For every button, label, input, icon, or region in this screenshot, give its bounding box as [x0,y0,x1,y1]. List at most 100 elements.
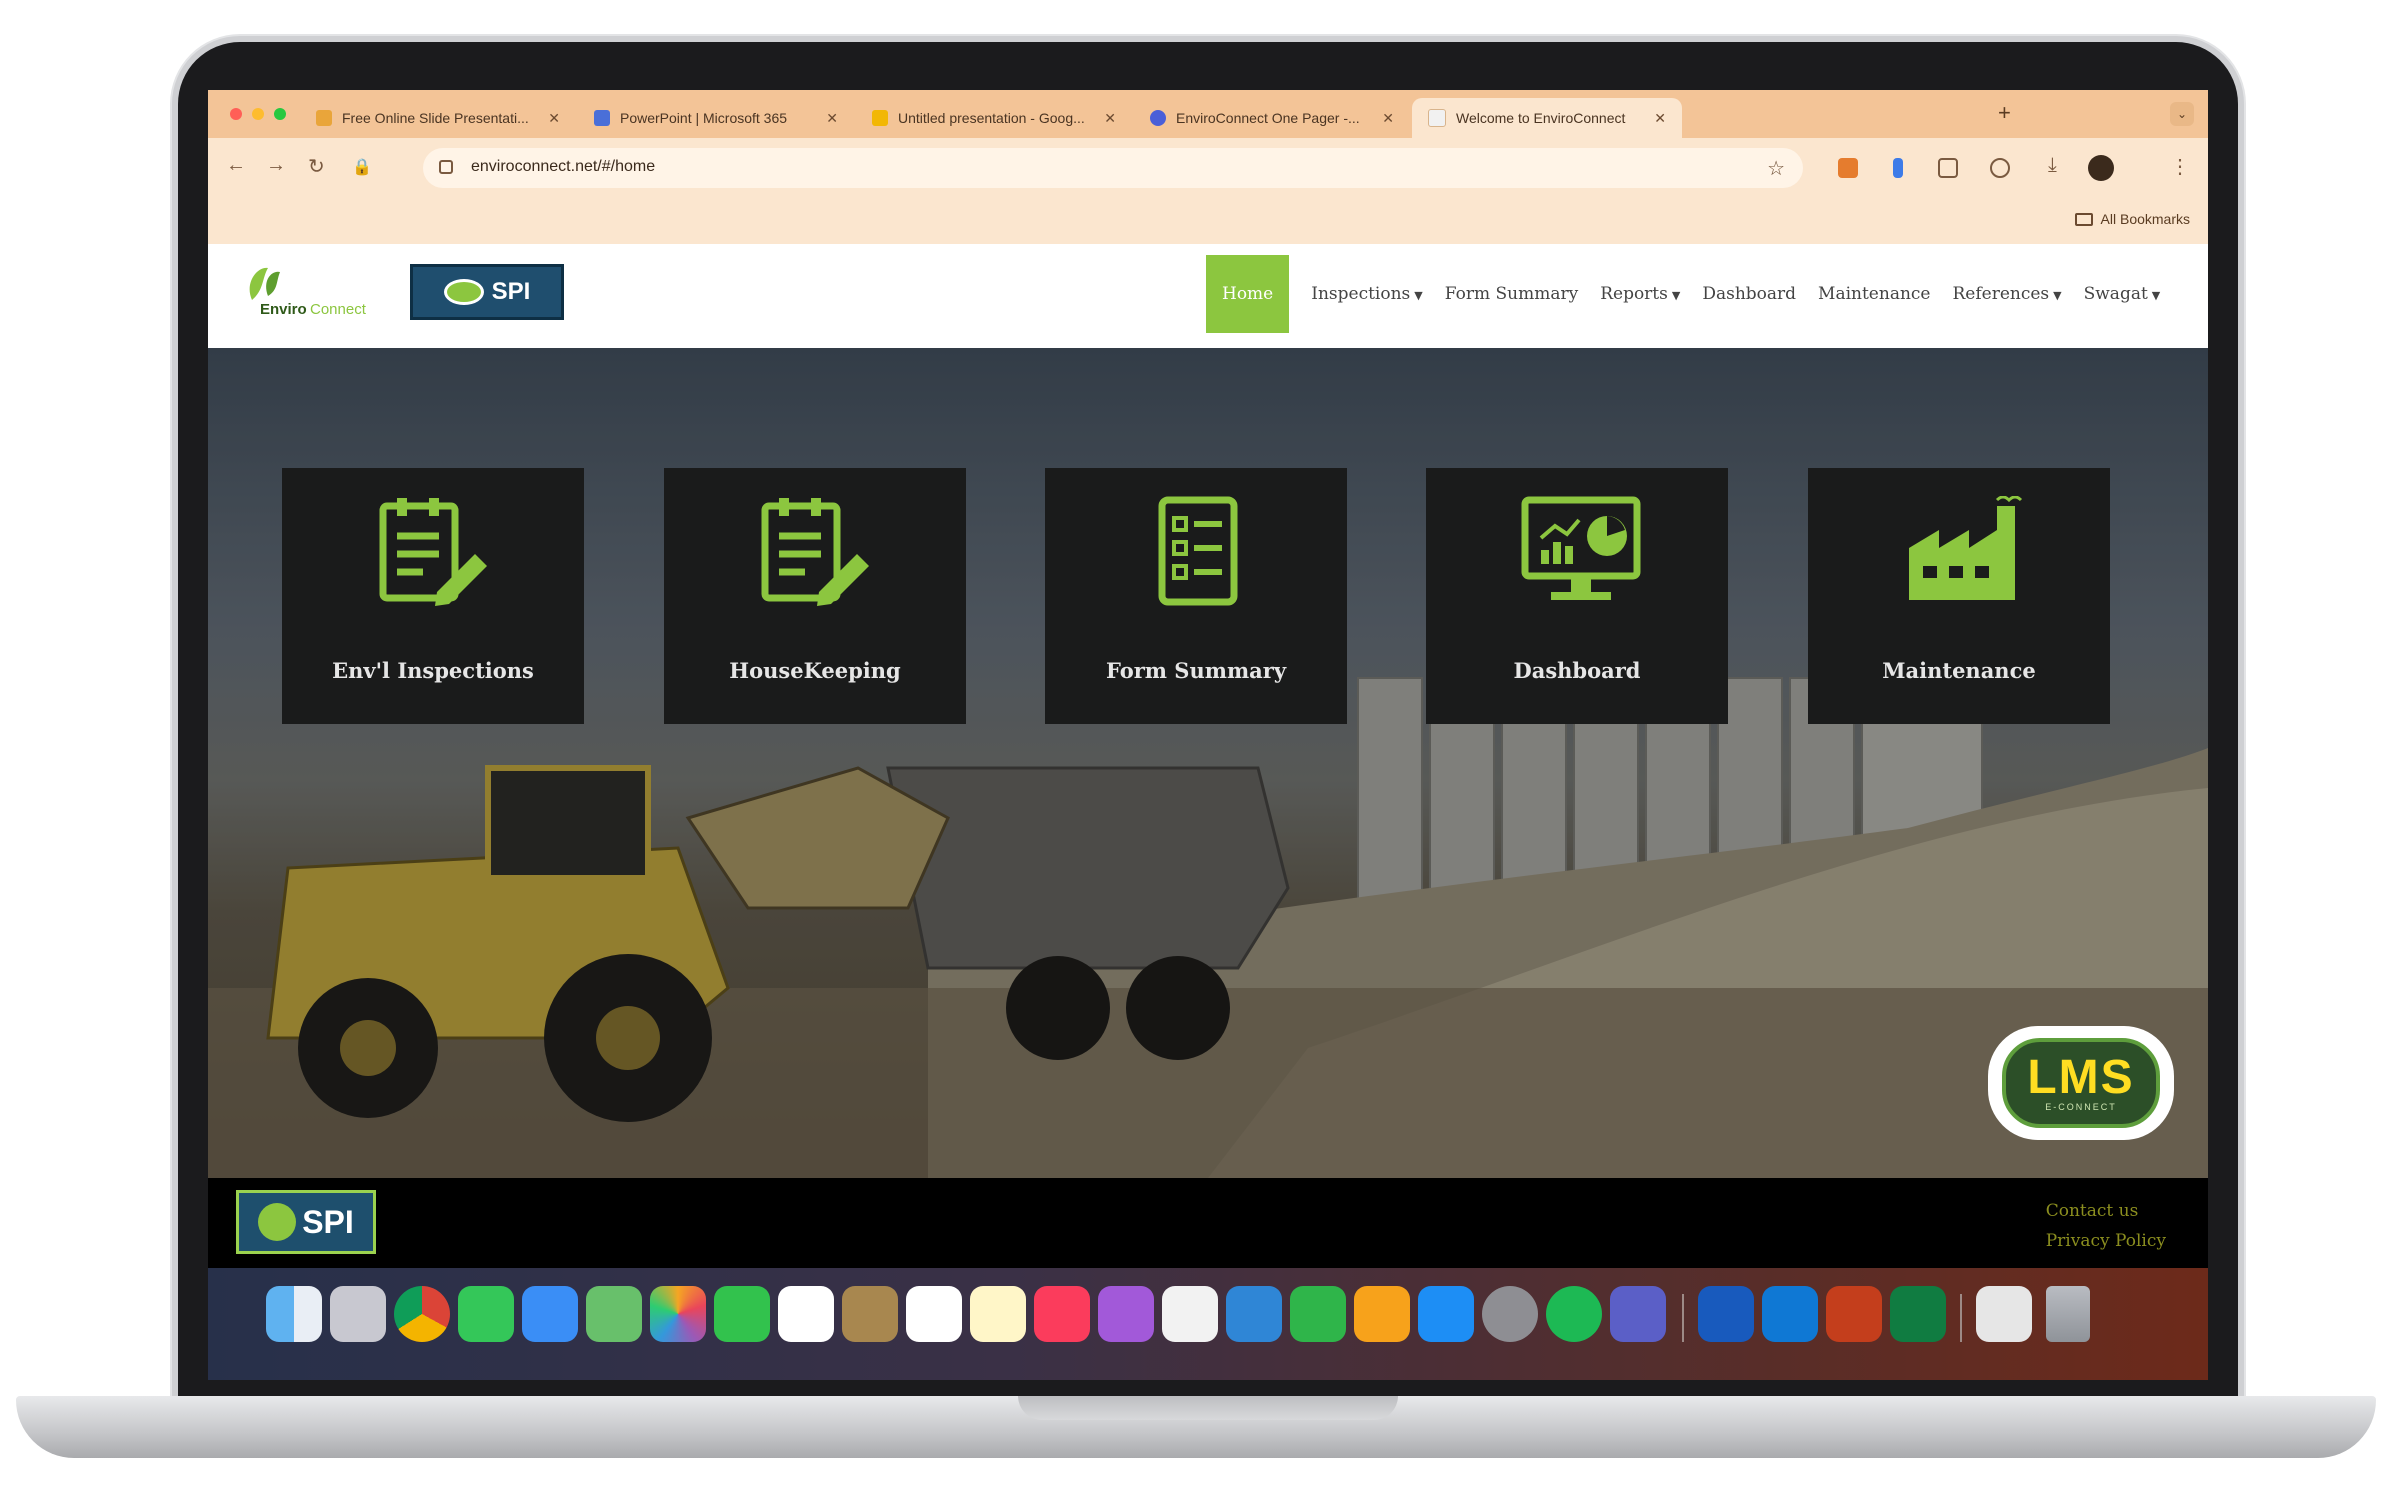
address-bar[interactable]: enviroconnect.net/#/home ☆ [423,148,1803,188]
tab-title: Free Online Slide Presentati... [342,110,529,126]
reload-icon[interactable]: ↻ [308,154,325,179]
notes-icon[interactable] [970,1286,1026,1342]
launchpad-icon[interactable] [330,1286,386,1342]
numbers-icon[interactable] [1290,1286,1346,1342]
close-tab-icon[interactable]: ✕ [1654,110,1666,127]
nav-reports[interactable]: Reports ▼ [1600,284,1680,304]
caret-down-icon: ▼ [2053,289,2062,302]
caret-down-icon: ▼ [1414,289,1423,302]
powerpoint-icon[interactable] [1826,1286,1882,1342]
site-info-icon[interactable]: 🔒 [352,157,372,177]
spi-logo[interactable]: SPI [410,264,564,320]
tile-envl-inspections[interactable]: Env'l Inspections [282,468,584,724]
mail-icon[interactable] [522,1286,578,1342]
nav-inspections[interactable]: Inspections ▼ [1311,284,1423,304]
photos-icon[interactable] [650,1286,706,1342]
caret-down-icon: ▼ [2151,289,2161,302]
facetime-icon[interactable] [714,1286,770,1342]
reminders-icon[interactable] [906,1286,962,1342]
music-icon[interactable] [1034,1286,1090,1342]
extension-icon[interactable] [1938,158,1958,178]
nav-dashboard[interactable]: Dashboard [1702,284,1796,304]
system-settings-icon[interactable] [1482,1286,1538,1342]
close-tab-icon[interactable]: ✕ [1104,110,1116,127]
word-icon[interactable] [1698,1286,1754,1342]
enviroconnect-logo[interactable]: Enviro Connect [238,260,388,326]
tune-icon[interactable] [439,160,453,174]
extension-icon[interactable] [1893,158,1903,178]
privacy-policy-link[interactable]: Privacy Policy [2046,1226,2166,1256]
zoom-window-button[interactable] [274,108,286,120]
clipboard-pencil-icon [761,498,869,606]
messages-icon[interactable] [458,1286,514,1342]
trash-icon[interactable] [2046,1286,2090,1342]
contacts-icon[interactable] [842,1286,898,1342]
contact-us-link[interactable]: Contact us [2046,1196,2166,1226]
nav-label: Reports [1600,284,1668,304]
nav-label: Dashboard [1702,284,1797,304]
browser-tab-active[interactable]: Welcome to EnviroConnect ✕ [1412,98,1682,138]
laptop-hinge-notch [1018,1396,1398,1420]
extensions-puzzle-icon[interactable] [1990,158,2010,178]
browser-tab[interactable]: Untitled presentation - Goog... ✕ [856,98,1132,138]
browser-tab[interactable]: EnviroConnect One Pager -... ✕ [1134,98,1410,138]
pages-icon[interactable] [1354,1286,1410,1342]
close-tab-icon[interactable]: ✕ [826,110,838,127]
forward-arrow-icon[interactable]: → [266,154,286,177]
nav-home[interactable]: Home [1206,255,1290,333]
maps-icon[interactable] [586,1286,642,1342]
news-icon[interactable] [1162,1286,1218,1342]
excel-icon[interactable] [1890,1286,1946,1342]
back-arrow-icon[interactable]: ← [226,154,246,177]
extension-icon[interactable] [1838,158,1858,178]
podcasts-icon[interactable] [1098,1286,1154,1342]
profile-avatar[interactable] [2088,155,2114,181]
bookmark-star-icon[interactable]: ☆ [1767,156,1785,181]
tab-search-button[interactable]: ⌄ [2170,102,2194,126]
keynote-icon[interactable] [1226,1286,1282,1342]
tab-favicon-icon [316,110,332,126]
lms-econnect-badge[interactable]: LMS E-CONNECT [1988,1026,2174,1140]
downloads-folder-icon[interactable] [1976,1286,2032,1342]
close-tab-icon[interactable]: ✕ [548,110,560,127]
browser-tab[interactable]: PowerPoint | Microsoft 365 ✕ [578,98,854,138]
spi-logo-mark-icon [443,279,484,305]
chrome-icon[interactable] [394,1286,450,1342]
outlook-icon[interactable] [1762,1286,1818,1342]
footer-spi-logo[interactable]: SPI [236,1190,376,1254]
tile-form-summary[interactable]: Form Summary [1045,468,1347,724]
svg-text:Connect: Connect [310,301,367,318]
minimize-window-button[interactable] [252,108,264,120]
tab-title: Welcome to EnviroConnect [1456,110,1626,126]
new-tab-button[interactable]: + [1998,100,2011,126]
finder-icon[interactable] [266,1286,322,1342]
nav-label: Inspections [1311,284,1411,304]
all-bookmarks-label: All Bookmarks [2100,211,2190,227]
site-footer: SPI Contact us Privacy Policy [208,1178,2208,1268]
nav-user-menu[interactable]: Swagat ▼ [2084,284,2161,304]
all-bookmarks-button[interactable]: All Bookmarks [2074,211,2190,227]
tile-housekeeping[interactable]: HouseKeeping [664,468,966,724]
tab-title: PowerPoint | Microsoft 365 [620,110,788,126]
spotify-icon[interactable] [1546,1286,1602,1342]
nav-maintenance[interactable]: Maintenance [1818,284,1930,304]
nav-label: Form Summary [1444,284,1579,304]
browser-tab[interactable]: Free Online Slide Presentati... ✕ [300,98,576,138]
nav-references[interactable]: References ▼ [1952,284,2061,304]
nav-form-summary[interactable]: Form Summary [1445,284,1578,304]
close-tab-icon[interactable]: ✕ [1382,110,1394,127]
browser-menu-icon[interactable]: ⋮ [2170,154,2190,179]
close-window-button[interactable] [230,108,242,120]
download-icon[interactable]: ⤓ [2048,154,2057,177]
tile-label: Dashboard [1513,658,1641,683]
browser-toolbar: ← → ↻ 🔒 enviroconnect.net/#/home ☆ ⤓ ⋮ [208,138,2208,198]
tile-label: Maintenance [1882,658,2036,683]
app-store-icon[interactable] [1418,1286,1474,1342]
teams-icon[interactable] [1610,1286,1666,1342]
calendar-icon[interactable] [778,1286,834,1342]
tab-favicon-icon [594,110,610,126]
tile-dashboard[interactable]: Dashboard [1426,468,1728,724]
tile-maintenance[interactable]: Maintenance [1808,468,2110,724]
folder-icon [2074,212,2093,226]
lms-badge-subtitle: E-CONNECT [2045,1102,2117,1112]
